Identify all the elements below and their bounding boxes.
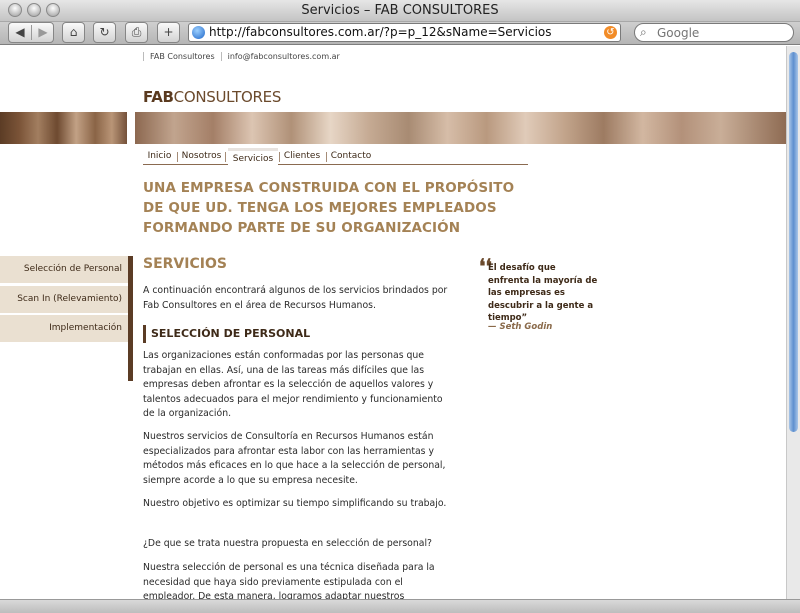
nav-nosotros[interactable]: Nosotros xyxy=(179,148,224,165)
top-link-email[interactable]: info@fabconsultores.com.ar xyxy=(222,52,346,61)
nav-contacto[interactable]: Contacto xyxy=(327,148,375,165)
paragraph-2: Nuestros servicios de Consultoría en Rec… xyxy=(143,431,446,486)
nav-servicios[interactable]: Servicios xyxy=(228,148,278,165)
header-band-right xyxy=(135,112,786,144)
main-nav: Inicio Nosotros Servicios Clientes Conta… xyxy=(143,148,528,165)
home-button[interactable]: ⌂ xyxy=(62,22,85,43)
side-nav: Selección de Personal Scan In (Relevamie… xyxy=(0,256,133,381)
window-titlebar: Servicios – FAB CONSULTORES xyxy=(0,0,800,22)
plus-icon: + xyxy=(163,25,174,39)
paragraph-3: Nuestro objetivo es optimizar su tiempo … xyxy=(143,498,447,509)
top-link-home[interactable]: FAB Consultores xyxy=(143,52,222,61)
intro-text: A continuación encontrará algunos de los… xyxy=(143,285,448,311)
scroll-thumb[interactable] xyxy=(789,52,798,432)
globe-icon xyxy=(192,26,205,39)
header-band-left xyxy=(0,112,127,144)
reload-button[interactable]: ↻ xyxy=(93,22,116,43)
paragraph-1: Las organizaciones están conformadas por… xyxy=(143,350,443,419)
side-nav-implementacion[interactable]: Implementación xyxy=(0,315,128,342)
top-links: FAB Consultores info@fabconsultores.com.a… xyxy=(143,52,346,65)
back-arrow-icon[interactable]: ◀ xyxy=(9,23,31,42)
search-input[interactable] xyxy=(657,25,787,40)
address-bar[interactable]: http://fabconsultores.com.ar/?p=p_12&sNa… xyxy=(188,23,621,42)
quote-author: — Seth Godin xyxy=(488,322,553,332)
url-text[interactable]: http://fabconsultores.com.ar/?p=p_12&sNa… xyxy=(209,25,552,39)
status-bar xyxy=(0,599,800,613)
page-viewport: FAB Consultores info@fabconsultores.com.a… xyxy=(0,46,786,599)
print-icon: ⎙ xyxy=(131,25,142,39)
section-title: SERVICIOS xyxy=(143,256,227,272)
search-icon: ⌕ xyxy=(640,25,647,39)
quote-text: El desafío que enfrenta la mayoría de la… xyxy=(488,263,598,323)
vertical-scrollbar[interactable] xyxy=(786,46,800,599)
browser-toolbar: ◀ ▶ ⌂ ↻ ⎙ + http://fabconsultores.com.ar… xyxy=(0,22,800,45)
snapback-icon[interactable]: ↺ xyxy=(604,26,617,39)
site-logo[interactable]: FABCONSULTORES xyxy=(143,88,281,106)
side-nav-scan-in[interactable]: Scan In (Relevamiento) xyxy=(0,286,128,313)
paragraph-5: Nuestra selección de personal es una téc… xyxy=(143,562,435,599)
forward-arrow-icon[interactable]: ▶ xyxy=(32,23,54,42)
window-title: Servicios – FAB CONSULTORES xyxy=(301,3,499,18)
nav-inicio[interactable]: Inicio xyxy=(143,148,176,165)
search-field[interactable]: ⌕ xyxy=(634,23,794,42)
nav-clientes[interactable]: Clientes xyxy=(280,148,324,165)
print-button[interactable]: ⎙ xyxy=(125,22,148,43)
side-nav-accent-bar xyxy=(128,256,133,381)
subsection-title: SELECCIÓN DE PERSONAL xyxy=(143,325,453,343)
add-bookmark-button[interactable]: + xyxy=(157,22,180,43)
back-forward-buttons: ◀ ▶ xyxy=(8,22,54,43)
page-headline: UNA EMPRESA CONSTRUIDA CON EL PROPÓSITO … xyxy=(143,180,515,236)
reload-icon: ↻ xyxy=(99,25,110,39)
home-icon: ⌂ xyxy=(69,25,78,39)
paragraph-4: ¿De que se trata nuestra propuesta en se… xyxy=(143,538,432,549)
side-nav-seleccion[interactable]: Selección de Personal xyxy=(0,256,128,283)
